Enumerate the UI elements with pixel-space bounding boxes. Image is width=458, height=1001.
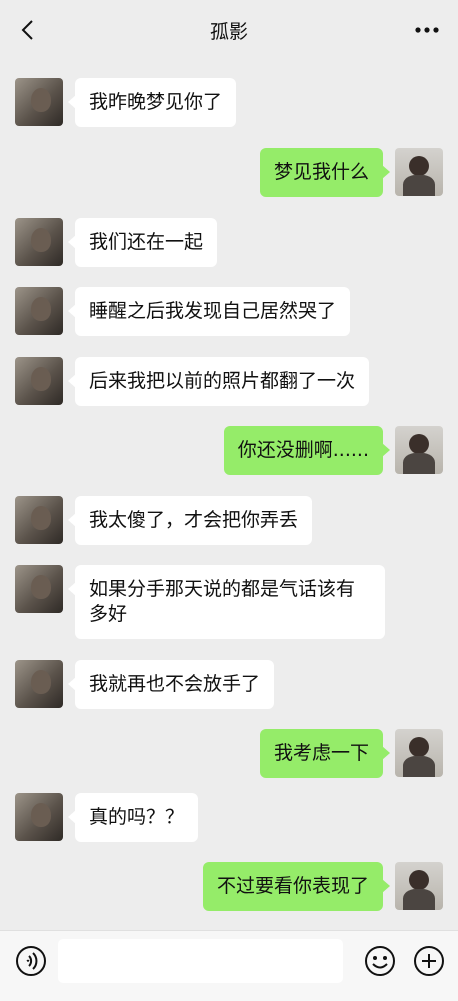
my-avatar[interactable] [395, 426, 443, 474]
message-bubble[interactable]: 睡醒之后我发现自己居然哭了 [67, 287, 351, 336]
message-bubble[interactable]: 我们还在一起 [67, 218, 218, 267]
plus-icon[interactable] [413, 945, 445, 977]
my-avatar[interactable] [395, 148, 443, 196]
contact-avatar[interactable] [15, 78, 63, 126]
message-bubble[interactable]: 真的吗？？ [67, 793, 199, 842]
message-bubble[interactable]: 我考虑一下 [259, 729, 391, 778]
message-bubble[interactable]: 不过要看你表现了 [202, 862, 391, 911]
contact-avatar[interactable] [15, 357, 63, 405]
contact-avatar[interactable] [15, 218, 63, 266]
message-input[interactable] [58, 939, 343, 983]
message-bubble[interactable]: 我太傻了，才会把你弄丢 [67, 496, 313, 545]
emoji-icon[interactable] [364, 945, 396, 977]
message-bubble[interactable]: 后来我把以前的照片都翻了一次 [67, 357, 370, 406]
contact-avatar[interactable] [15, 660, 63, 708]
message-list: 我昨晚梦见你了 梦见我什么 我们还在一起 睡醒之后我发现自己居然哭了 后来我把以… [0, 0, 458, 930]
contact-avatar[interactable] [15, 496, 63, 544]
contact-avatar[interactable] [15, 287, 63, 335]
contact-avatar[interactable] [15, 793, 63, 841]
my-avatar[interactable] [395, 862, 443, 910]
contact-avatar[interactable] [15, 565, 63, 613]
message-bubble[interactable]: 如果分手那天说的都是气话该有多好 [68, 565, 385, 639]
voice-icon[interactable] [15, 945, 47, 977]
message-bubble[interactable]: 你还没删啊...... [223, 426, 391, 475]
my-avatar[interactable] [395, 729, 443, 777]
message-bubble[interactable]: 梦见我什么 [259, 148, 391, 197]
message-bubble[interactable]: 我昨晚梦见你了 [67, 78, 237, 127]
input-toolbar [0, 930, 458, 1001]
message-bubble[interactable]: 我就再也不会放手了 [67, 660, 275, 709]
